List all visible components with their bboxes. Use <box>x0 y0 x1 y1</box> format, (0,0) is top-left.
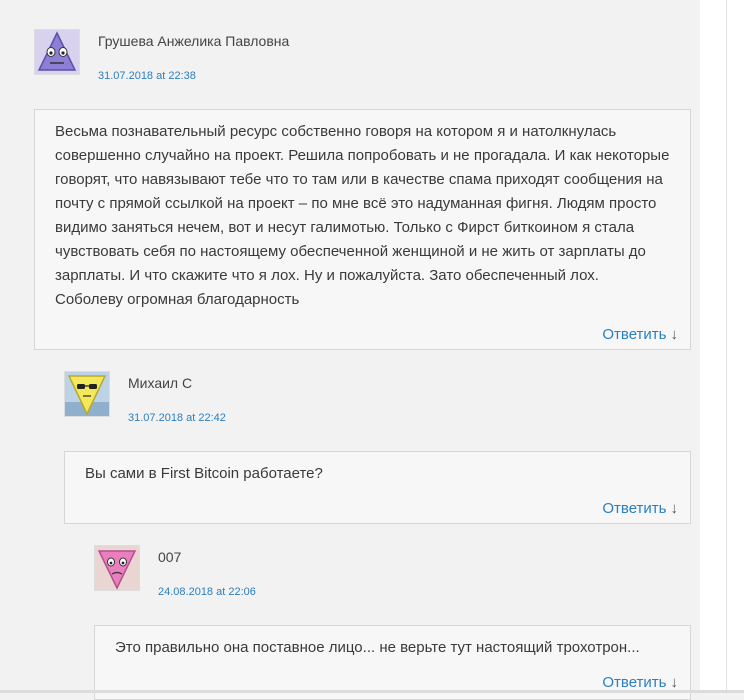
comment-text: Это правильно она поставное лицо... не в… <box>115 639 640 656</box>
pink-triangle-face-avatar <box>94 545 140 591</box>
comment-body: Это правильно она поставное лицо... не в… <box>94 625 691 700</box>
comment-text: Вы сами в First Bitcoin работаете? <box>85 465 323 482</box>
reply-label: Ответить <box>602 500 667 517</box>
sidebar-gutter <box>700 0 744 693</box>
comment-date-link[interactable]: 31.07.2018 at 22:38 <box>98 70 196 82</box>
comment-text: Весьма познавательный ресурс собственно … <box>55 123 670 308</box>
purple-triangle-face-avatar <box>34 29 80 75</box>
arrow-down-icon: ↓ <box>670 500 679 517</box>
comment-body: Весьма познавательный ресурс собственно … <box>34 109 691 350</box>
comment-author: Грушева Анжелика Павловна <box>98 33 290 49</box>
comment-date-link[interactable]: 24.08.2018 at 22:06 <box>158 586 256 598</box>
arrow-down-icon: ↓ <box>670 326 679 343</box>
comment-author: 007 <box>158 549 182 565</box>
reply-button[interactable]: Ответить ↓ <box>602 674 678 691</box>
comment-body: Вы сами в First Bitcoin работаете? Ответ… <box>64 451 691 524</box>
reply-label: Ответить <box>602 326 667 343</box>
reply-button[interactable]: Ответить ↓ <box>602 326 678 343</box>
comment-date-link[interactable]: 31.07.2018 at 22:42 <box>128 412 226 424</box>
arrow-down-icon: ↓ <box>670 674 679 691</box>
reply-button[interactable]: Ответить ↓ <box>602 500 678 517</box>
divider <box>726 0 727 693</box>
reply-label: Ответить <box>602 674 667 691</box>
comments-area: Грушева Анжелика Павловна 31.07.2018 at … <box>0 0 700 700</box>
comment-author: Михаил С <box>128 375 193 391</box>
yellow-triangle-sunglasses-avatar <box>64 371 110 417</box>
